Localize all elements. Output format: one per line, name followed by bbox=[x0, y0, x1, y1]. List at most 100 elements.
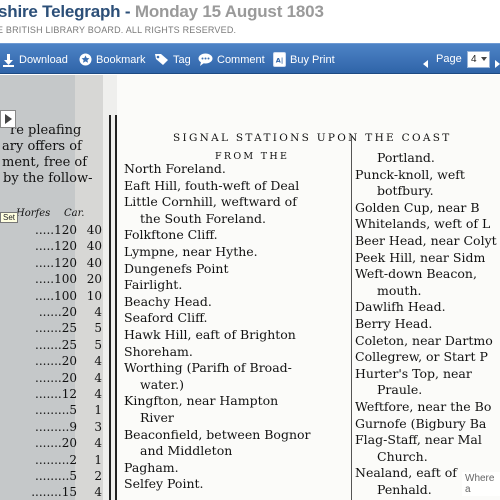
station-line: Seaford Cliff. bbox=[124, 310, 208, 326]
tag-button[interactable]: Tag bbox=[154, 44, 191, 75]
page-select-value: 4 bbox=[471, 54, 477, 65]
station-line: Hurter's Top, near bbox=[355, 365, 472, 381]
page-header: shire Telegraph - Monday 15 August 1803 … bbox=[0, 0, 500, 42]
column-divider bbox=[109, 115, 111, 500]
table-cell-carriages: 5 bbox=[94, 321, 102, 336]
prev-page-icon[interactable] bbox=[421, 54, 430, 73]
table-cell-horses: .......20 bbox=[35, 370, 77, 385]
bookmark-button[interactable]: Bookmark bbox=[79, 44, 146, 75]
table-cell-carriages: 40 bbox=[86, 223, 102, 237]
station-line: Beachy Head. bbox=[124, 293, 212, 309]
station-line: Dungenefs Point bbox=[124, 260, 229, 276]
station-line: Beer Head, near Colyt bbox=[355, 233, 497, 248]
article-subheading: FROM THE bbox=[215, 151, 290, 162]
table-cell-carriages: 40 bbox=[86, 239, 102, 254]
newspaper-viewer[interactable]: re pleafing ary offers of ment, free of … bbox=[0, 75, 500, 500]
station-line: Lympne, near Hythe. bbox=[124, 244, 258, 259]
station-line: North Foreland. bbox=[124, 161, 226, 176]
main-column: SIGNAL STATIONS UPON THE COAST FROM THE … bbox=[117, 75, 500, 500]
page-select[interactable]: 4 bbox=[467, 51, 490, 68]
next-page-icon[interactable] bbox=[493, 54, 500, 73]
table-cell-carriages: 4 bbox=[94, 305, 102, 319]
station-line: Shoreham. bbox=[124, 343, 193, 359]
station-line: Beaconfield, between Bognor bbox=[124, 426, 311, 442]
station-line: Fairlight. bbox=[124, 277, 183, 293]
station-line: Praule. bbox=[377, 382, 423, 398]
page-title: shire Telegraph - Monday 15 August 1803 bbox=[0, 2, 324, 22]
table-cell-horses: .....120 bbox=[35, 223, 77, 237]
page-label: Page bbox=[436, 53, 462, 65]
table-cell-horses: .......25 bbox=[35, 337, 77, 352]
hover-hint: Where a bbox=[462, 472, 500, 496]
svg-text:A|: A| bbox=[276, 57, 283, 66]
table-cell-horses: .......12 bbox=[35, 387, 77, 401]
toolbar: Download Bookmark Tag Comment A| Buy Pri… bbox=[0, 43, 500, 74]
table-cell-horses: .......25 bbox=[35, 321, 77, 336]
comment-label: Comment bbox=[217, 53, 265, 66]
station-line: Peek Hill, near Sidm bbox=[355, 249, 486, 265]
station-line: Little Cornhill, weftward of bbox=[124, 194, 297, 210]
table-cell-carriages: 40 bbox=[86, 255, 102, 270]
play-icon bbox=[5, 114, 12, 124]
table-cell-horses: .....100 bbox=[35, 288, 77, 303]
station-line: Nealand, eaft of bbox=[355, 465, 457, 481]
left-line: by the follow- bbox=[3, 171, 93, 186]
left-line: ary offers of bbox=[2, 139, 82, 154]
station-line: and Middleton bbox=[140, 443, 233, 459]
bookmark-icon bbox=[79, 53, 92, 66]
horses-header: Horfes bbox=[16, 208, 51, 219]
left-line: re pleafing bbox=[10, 123, 82, 138]
station-line: Whitelands, weft of L bbox=[355, 216, 491, 232]
tag-label: Tag bbox=[173, 53, 191, 66]
table-cell-horses: .........9 bbox=[35, 419, 77, 434]
station-line: River bbox=[140, 410, 174, 425]
station-line: Punck-knoll, weft bbox=[355, 166, 465, 182]
station-line: Coleton, near Dartmo bbox=[355, 332, 493, 348]
table-cell-horses: ........15 bbox=[31, 485, 77, 500]
station-line: Collegrew, or Start P bbox=[355, 349, 488, 365]
table-cell-horses: .........2 bbox=[35, 452, 77, 467]
title-separator: - bbox=[120, 2, 135, 21]
left-column: re pleafing ary offers of ment, free of … bbox=[0, 75, 103, 500]
table-cell-horses: .........5 bbox=[35, 469, 77, 483]
table-cell-carriages: 2 bbox=[94, 469, 102, 483]
publication-name: shire Telegraph bbox=[0, 2, 121, 21]
station-line: Hawk Hill, eaft of Brighton bbox=[124, 327, 296, 342]
comment-icon bbox=[198, 53, 213, 66]
tooltip: Set bbox=[0, 212, 19, 223]
buy-print-button[interactable]: A| Buy Print bbox=[273, 44, 335, 75]
comment-button[interactable]: Comment bbox=[198, 44, 265, 75]
issue-date: Monday 15 August 1803 bbox=[134, 2, 324, 21]
table-cell-carriages: 5 bbox=[94, 337, 102, 352]
table-cell-horses: .....120 bbox=[35, 239, 77, 254]
download-label: Download bbox=[19, 53, 68, 66]
download-button[interactable]: Download bbox=[2, 44, 68, 75]
station-line: Portland. bbox=[377, 150, 435, 165]
table-cell-horses: .......20 bbox=[35, 436, 77, 451]
station-line: Weftfore, near the Bo bbox=[355, 399, 492, 414]
station-line: Weft-down Beacon, bbox=[355, 266, 477, 282]
table-cell-carriages: 4 bbox=[94, 370, 102, 385]
play-button[interactable] bbox=[0, 110, 16, 128]
inner-divider bbox=[351, 135, 352, 500]
bookmark-label: Bookmark bbox=[96, 53, 146, 66]
station-line: Golden Cup, near B bbox=[355, 199, 480, 215]
station-line: Selfey Point. bbox=[124, 476, 204, 492]
pdf-icon: A| bbox=[273, 52, 286, 67]
table-cell-horses: .......20 bbox=[35, 354, 77, 369]
table-cell-carriages: 3 bbox=[94, 419, 102, 434]
station-line: Pagham. bbox=[124, 459, 179, 475]
download-icon bbox=[2, 53, 15, 67]
station-line: Kingfton, near Hampton bbox=[124, 393, 279, 409]
station-line: Gurnofe (Bigbury Ba bbox=[355, 415, 487, 431]
tag-icon bbox=[154, 53, 169, 66]
table-cell-horses: .........5 bbox=[35, 403, 77, 418]
left-line: ment, free of bbox=[2, 155, 88, 170]
station-line: Penhald. bbox=[377, 482, 432, 497]
copyright-notice: E BRITISH LIBRARY BOARD. ALL RIGHTS RESE… bbox=[0, 25, 237, 35]
table-cell-carriages: 4 bbox=[94, 485, 102, 500]
station-line: Dawlifh Head. bbox=[355, 299, 446, 315]
table-cell-carriages: 10 bbox=[86, 288, 102, 303]
station-line: Flag-Staff, near Mal bbox=[355, 432, 482, 448]
station-line: water.) bbox=[140, 376, 185, 392]
